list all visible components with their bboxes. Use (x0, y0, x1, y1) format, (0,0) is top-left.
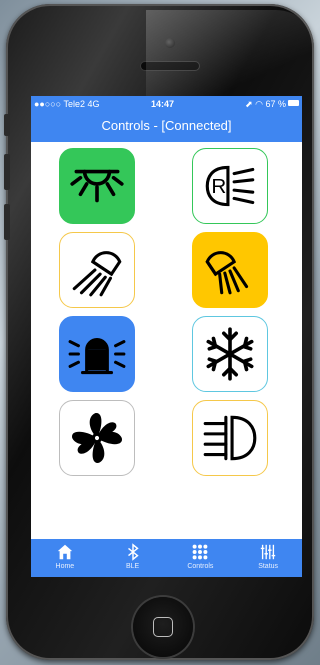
bluetooth-icon (127, 543, 139, 561)
tab-status-label: Status (258, 563, 279, 570)
work-light-icon (72, 251, 122, 297)
tab-home-label: Home (55, 563, 75, 570)
control-work-light-button-2[interactable] (192, 232, 268, 308)
nav-bar: Controls - [Connected] (31, 112, 302, 142)
home-button-square-icon (153, 617, 173, 637)
control-beacon-light-button[interactable] (59, 316, 135, 392)
volume-up-button (4, 154, 10, 190)
tab-bar: Home BLE Controls Status (31, 539, 302, 577)
control-front-fog-light-button[interactable] (192, 400, 268, 476)
control-snowflake-button[interactable] (192, 316, 268, 392)
grid-icon (192, 544, 208, 560)
carrier-label: ●●○○○ Tele2 4G (34, 99, 100, 109)
battery-icon (288, 100, 299, 106)
control-rear-fog-light-button[interactable]: R (192, 148, 268, 224)
home-button[interactable] (133, 597, 193, 657)
beacon-light-icon (68, 338, 126, 375)
tab-controls[interactable]: Controls (167, 539, 235, 577)
tab-ble[interactable]: BLE (99, 539, 167, 577)
dome-light-icon (70, 169, 124, 203)
front-fog-light-icon (203, 415, 257, 461)
status-bar: ●●○○○ Tele2 4G 14:47 ⬈ ◠ 67 % (31, 96, 302, 112)
sliders-icon (260, 544, 276, 560)
tab-controls-label: Controls (187, 563, 214, 570)
tab-ble-label: BLE (126, 563, 140, 570)
tab-status[interactable]: Status (234, 539, 302, 577)
control-work-light-button-1[interactable] (59, 232, 135, 308)
clock: 14:47 (151, 99, 175, 109)
fan-icon (72, 413, 122, 463)
tab-home[interactable]: Home (31, 539, 99, 577)
mute-switch (4, 114, 10, 136)
page-title: Controls - [Connected] (101, 118, 232, 133)
earpiece-speaker (141, 62, 199, 70)
work-light-icon (205, 251, 249, 295)
app-screen: ●●○○○ Tele2 4G 14:47 ⬈ ◠ 67 % Controls -… (31, 96, 302, 577)
snowflake-icon (206, 327, 254, 381)
status-right: ⬈ ◠ 67 % (245, 99, 286, 109)
rear-fog-light-icon: R (205, 165, 255, 207)
home-icon (57, 544, 73, 560)
volume-down-button (4, 204, 10, 240)
front-camera (165, 38, 175, 48)
svg-text:R: R (211, 175, 226, 198)
control-fan-button[interactable] (59, 400, 135, 476)
control-dome-light-button[interactable] (59, 148, 135, 224)
